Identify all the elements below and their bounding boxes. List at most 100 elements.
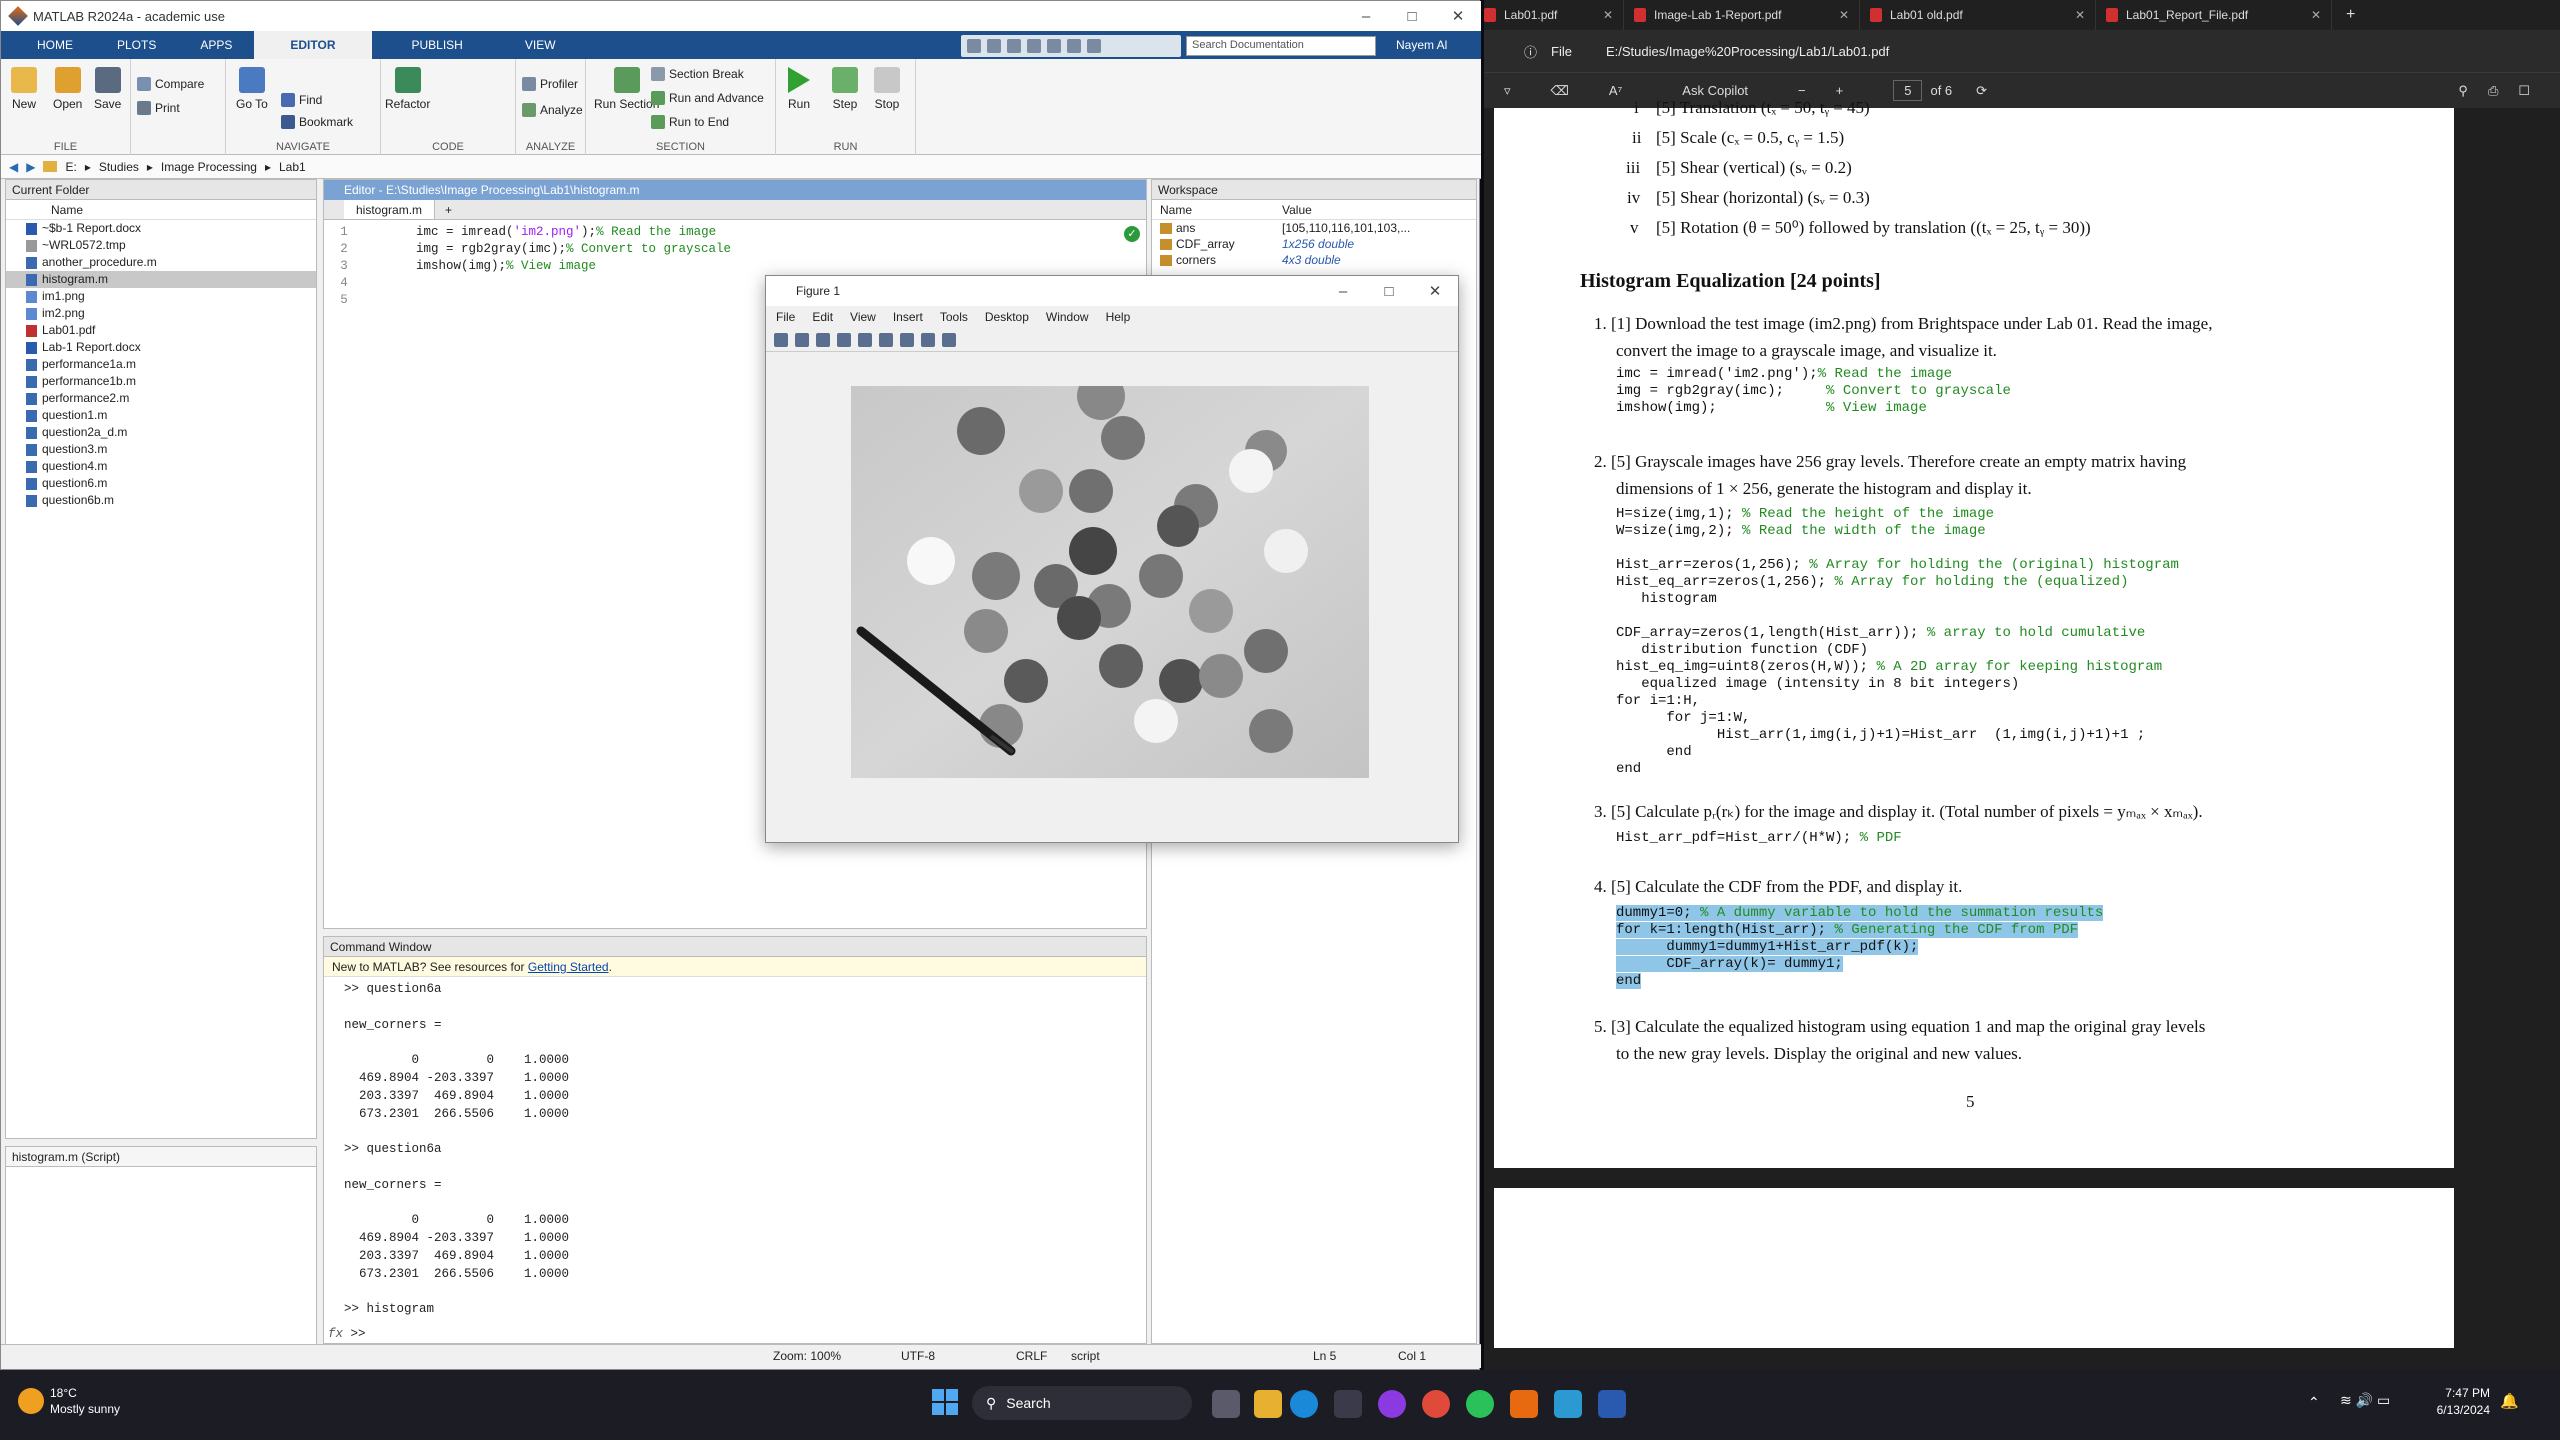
weather-temp[interactable]: 18°C [50, 1386, 77, 1400]
minimize-button[interactable]: – [1343, 1, 1389, 31]
clock-time[interactable]: 7:47 PM [2420, 1386, 2490, 1400]
file-list-item[interactable]: another_procedure.m [6, 254, 316, 271]
close-tab-icon[interactable]: ✕ [1839, 8, 1849, 22]
close-button[interactable]: ✕ [1435, 1, 1481, 31]
file-list-item[interactable]: question2a_d.m [6, 424, 316, 441]
tab-home[interactable]: HOME [15, 31, 95, 59]
figure-menu-desktop[interactable]: Desktop [985, 310, 1029, 324]
file-list-item[interactable]: Lab-1 Report.docx [6, 339, 316, 356]
save-icon[interactable] [967, 39, 981, 53]
workspace-variable-row[interactable]: ans [105,110,116,101,103,... [1152, 220, 1476, 236]
url-field[interactable]: E:/Studies/Image%20Processing/Lab1/Lab01… [1606, 44, 1889, 59]
tab-plots[interactable]: PLOTS [95, 31, 178, 59]
file-list-item[interactable]: im1.png [6, 288, 316, 305]
info-icon[interactable]: ⓘ [1524, 42, 1537, 61]
help-icon[interactable] [1087, 39, 1101, 53]
legend-icon[interactable] [900, 332, 914, 347]
notification-bell-icon[interactable]: 🔔 [2500, 1392, 2519, 1410]
link-plot-icon[interactable] [858, 332, 872, 347]
copy-icon[interactable] [1007, 39, 1021, 53]
new-figure-icon[interactable] [774, 332, 788, 347]
bookmark-button[interactable]: Bookmark [281, 115, 353, 129]
wifi-volume-battery-icons[interactable]: ≋ 🔊 ▭ [2340, 1392, 2390, 1409]
run-advance-button[interactable]: Run and Advance [651, 91, 764, 105]
erase-icon[interactable]: ⌫ [1551, 83, 1569, 99]
task-view-icon[interactable] [1212, 1390, 1240, 1418]
file-list-item[interactable]: question3.m [6, 441, 316, 458]
notepad-icon[interactable] [1554, 1390, 1582, 1418]
clock-date[interactable]: 6/13/2024 [2420, 1403, 2490, 1417]
new-tab-button[interactable]: + [2332, 0, 2369, 30]
weather-desc[interactable]: Mostly sunny [50, 1402, 120, 1416]
cut-icon[interactable] [987, 39, 1001, 53]
profiler-button[interactable]: Profiler [522, 77, 578, 91]
browser-tab[interactable]: Image-Lab 1-Report.pdf ✕ [1624, 0, 1860, 30]
figure-menu-edit[interactable]: Edit [812, 310, 833, 324]
code-line[interactable]: 3 imshow(img);% View image [324, 258, 1146, 275]
print-figure-icon[interactable] [837, 332, 851, 347]
open-button[interactable]: Open [53, 67, 82, 111]
run-end-button[interactable]: Run to End [651, 115, 729, 129]
chrome-icon[interactable] [1422, 1390, 1450, 1418]
new-button[interactable]: New [11, 67, 37, 111]
back-icon[interactable]: ◀ [9, 160, 18, 174]
figure-menu-insert[interactable]: Insert [893, 310, 923, 324]
print-button[interactable]: Print [137, 101, 180, 115]
file-list-item[interactable]: performance1b.m [6, 373, 316, 390]
figure-minimize-button[interactable]: – [1320, 276, 1366, 306]
refactor-button[interactable]: Refactor [385, 67, 430, 111]
compare-button[interactable]: Compare [137, 77, 204, 91]
file-list-item[interactable]: ~WRL0572.tmp [6, 237, 316, 254]
figure-menu-window[interactable]: Window [1046, 310, 1089, 324]
page-input[interactable]: 5 [1893, 80, 1923, 101]
edge-icon[interactable] [1290, 1390, 1318, 1418]
search-icon[interactable]: ⚲ [2458, 83, 2468, 99]
close-tab-icon[interactable]: ✕ [2075, 8, 2085, 22]
tab-publish[interactable]: PUBLISH [372, 31, 503, 59]
workspace-col-name[interactable]: Name [1152, 200, 1282, 219]
rotate-icon[interactable]: ⟳ [1976, 83, 1987, 99]
workspace-variable-row[interactable]: corners 4x3 double [1152, 252, 1476, 268]
close-tab-icon[interactable]: ✕ [2311, 8, 2321, 22]
file-list-item[interactable]: question6.m [6, 475, 316, 492]
save-figure-icon[interactable] [816, 332, 830, 347]
undo-icon[interactable] [1047, 39, 1061, 53]
browser-tab[interactable]: Lab01_Report_File.pdf ✕ [2096, 0, 2332, 30]
file-list-item[interactable]: question1.m [6, 407, 316, 424]
step-button[interactable]: Step [832, 67, 858, 111]
close-tab-icon[interactable]: ✕ [1603, 8, 1613, 22]
figure-close-button[interactable]: ✕ [1412, 276, 1458, 306]
open-file-icon[interactable] [795, 332, 809, 347]
tab-view[interactable]: VIEW [503, 31, 578, 59]
stop-button[interactable]: Stop [874, 67, 900, 111]
tray-chevron-icon[interactable]: ⌃ [2308, 1394, 2320, 1411]
code-line[interactable]: 2 img = rgb2gray(imc);% Convert to graysc… [324, 241, 1146, 258]
path-image-processing[interactable]: Image Processing [161, 160, 257, 174]
forward-icon[interactable]: ▶ [26, 160, 35, 174]
code-line[interactable]: 1 imc = imread('im2.png');% Read the imag… [324, 224, 1146, 241]
save-icon[interactable]: ☐ [2518, 83, 2530, 99]
read-aloud-icon[interactable]: A⁷ [1609, 83, 1622, 98]
command-prompt[interactable]: fx >> [328, 1327, 366, 1341]
file-list-item[interactable]: ~$b-1 Report.docx [6, 220, 316, 237]
file-list-item[interactable]: performance2.m [6, 390, 316, 407]
new-tab-button[interactable]: + [435, 200, 462, 219]
code-analyzer-ok-icon[interactable]: ✓ [1124, 226, 1140, 242]
tab-apps[interactable]: APPS [178, 31, 254, 59]
editor-tab-histogram[interactable]: histogram.m [344, 200, 436, 219]
messenger-icon[interactable] [1378, 1390, 1406, 1418]
column-name[interactable]: Name [6, 200, 316, 220]
start-icon[interactable] [932, 1389, 958, 1415]
draw-icon[interactable]: ▿ [1504, 83, 1511, 99]
search-documentation-input[interactable]: Search Documentation [1186, 36, 1376, 56]
goto-button[interactable]: Go To [236, 67, 268, 111]
print-icon[interactable]: ⎙ [2488, 83, 2498, 99]
figure-maximize-button[interactable]: □ [1366, 276, 1412, 306]
browser-tab[interactable]: Lab01 old.pdf ✕ [1860, 0, 2096, 30]
workspace-col-value[interactable]: Value [1282, 200, 1476, 219]
browser-tab[interactable]: Lab01.pdf ✕ [1484, 0, 1624, 30]
figure-menu-view[interactable]: View [850, 310, 876, 324]
user-menu[interactable]: Nayem Al [1396, 38, 1447, 52]
colorbar-icon[interactable] [879, 332, 893, 347]
path-studies[interactable]: Studies [99, 160, 139, 174]
